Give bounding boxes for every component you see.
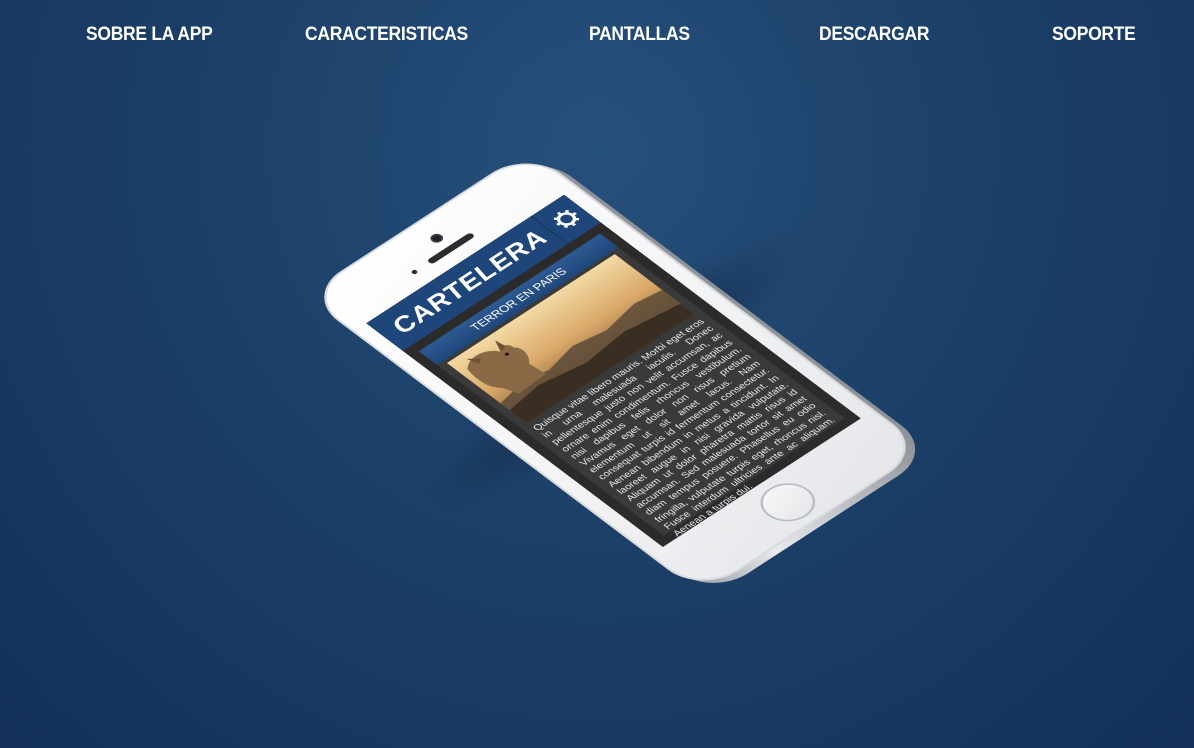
nav-pantallas[interactable]: PANTALLAS	[589, 24, 690, 46]
gear-icon	[553, 210, 579, 228]
hero-stage: CARTELERA TERROR EN PARIS Quisque vitae …	[0, 0, 1194, 748]
phone-mockup: CARTELERA TERROR EN PARIS Quisque vitae …	[303, 149, 936, 598]
phone-body: CARTELERA TERROR EN PARIS Quisque vitae …	[303, 149, 927, 595]
proximity-sensor-icon	[410, 269, 419, 275]
home-button[interactable]	[749, 475, 827, 530]
top-navigation: SOBRE LA APP CARACTERISTICAS PANTALLAS D…	[0, 0, 1194, 70]
nav-descargar[interactable]: DESCARGAR	[819, 24, 929, 46]
front-camera-icon	[427, 232, 446, 245]
nav-sobre-la-app[interactable]: SOBRE LA APP	[86, 24, 213, 46]
nav-soporte[interactable]: SOPORTE	[1052, 24, 1136, 46]
nav-caracteristicas[interactable]: CARACTERISTICAS	[305, 24, 468, 46]
